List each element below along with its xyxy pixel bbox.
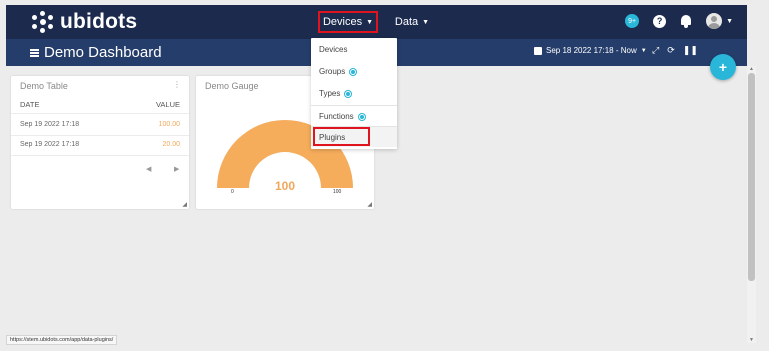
nav-data-label: Data xyxy=(394,16,419,28)
gauge-value: 100 xyxy=(275,179,296,193)
info-dot-icon xyxy=(350,68,357,75)
resize-handle-icon[interactable]: ◢ xyxy=(182,201,187,208)
brand-logo[interactable]: ubidots xyxy=(32,10,137,34)
date-range-text: Sep 18 2022 17:18 - Now xyxy=(546,46,637,55)
column-header-value[interactable]: VALUE xyxy=(156,100,180,109)
menu-item-devices[interactable]: Devices xyxy=(319,45,347,54)
menu-item-types[interactable]: Types xyxy=(319,89,352,98)
more-vertical-icon[interactable]: ⋮ xyxy=(173,80,181,89)
row-date: Sep 19 2022 17:18 xyxy=(20,141,80,148)
nav-devices-label: Devices xyxy=(322,16,363,28)
menu-item-label: Types xyxy=(319,89,341,98)
info-dot-icon xyxy=(345,90,352,97)
dashboard-actions: ⤢ ⟳ ❚❚ xyxy=(652,45,698,56)
top-navbar: ubidots Devices ▼ Data ▼ 9+ ? ▼ xyxy=(6,5,747,39)
row-date: Sep 19 2022 17:18 xyxy=(20,121,80,128)
scroll-down-arrow-icon[interactable]: ▼ xyxy=(748,337,755,343)
table-widget: Demo Table ⋮ DATE VALUE Sep 19 2022 17:1… xyxy=(11,76,189,209)
chevron-down-icon: ▼ xyxy=(640,47,647,54)
gauge-max: 100 xyxy=(333,189,342,195)
devices-dropdown-menu: Devices Groups Types Functions Plugins xyxy=(311,38,397,149)
gauge-min: 0 xyxy=(231,189,234,195)
menu-item-label: Devices xyxy=(319,45,348,54)
status-bar-url: https://stem.ubidots.com/app/data-plugin… xyxy=(6,335,118,345)
fullscreen-icon[interactable]: ⤢ xyxy=(652,45,659,56)
resize-handle-icon[interactable]: ◢ xyxy=(367,201,372,208)
chevron-down-icon[interactable]: ▼ xyxy=(726,18,733,25)
row-value: 100.00 xyxy=(158,121,180,128)
notifications-badge[interactable]: 9+ xyxy=(625,14,640,28)
chevron-down-icon: ▼ xyxy=(422,18,430,26)
scroll-thumb[interactable] xyxy=(748,73,755,281)
menu-divider xyxy=(311,105,397,106)
row-value: 20.00 xyxy=(162,141,180,148)
page-scrollbar[interactable]: ▲ ▼ xyxy=(747,66,756,343)
brand-name: ubidots xyxy=(60,10,138,33)
user-avatar[interactable] xyxy=(706,13,723,29)
dashboard-title[interactable]: Demo Dashboard xyxy=(44,44,162,61)
menu-item-groups[interactable]: Groups xyxy=(319,67,357,76)
info-dot-icon xyxy=(358,113,365,120)
widget-title: Demo Table xyxy=(20,81,68,91)
refresh-icon[interactable]: ⟳ xyxy=(667,45,675,56)
scroll-up-arrow-icon[interactable]: ▲ xyxy=(748,66,755,72)
date-range-picker[interactable]: Sep 18 2022 17:18 - Now ▼ xyxy=(534,46,647,55)
calendar-icon xyxy=(534,46,542,55)
help-icon[interactable]: ? xyxy=(653,14,667,28)
add-widget-button[interactable]: + xyxy=(710,54,736,80)
next-page-icon[interactable]: ▶ xyxy=(174,165,179,173)
menu-item-functions[interactable]: Functions xyxy=(319,112,365,121)
nav-devices-menu[interactable]: Devices ▼ xyxy=(318,11,378,33)
ubidots-logo-icon xyxy=(32,11,54,33)
bell-icon[interactable] xyxy=(680,14,692,28)
top-right-icons: 9+ ? ▼ xyxy=(625,13,733,29)
nav-data-menu[interactable]: Data ▼ xyxy=(392,12,432,32)
hamburger-menu-icon[interactable] xyxy=(30,48,39,57)
prev-page-icon[interactable]: ◀ xyxy=(146,165,151,173)
menu-item-label: Groups xyxy=(319,67,346,76)
chevron-down-icon: ▼ xyxy=(366,18,374,26)
plugins-highlight-box xyxy=(313,127,370,146)
menu-item-label: Functions xyxy=(319,112,354,121)
column-header-date[interactable]: DATE xyxy=(20,100,39,109)
pause-icon[interactable]: ❚❚ xyxy=(683,45,698,56)
